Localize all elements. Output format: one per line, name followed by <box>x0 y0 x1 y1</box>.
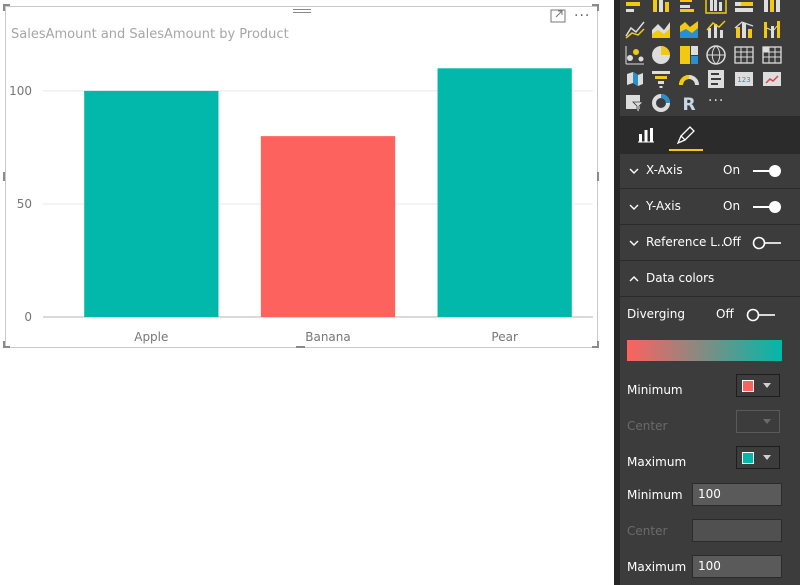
stacked-bar-icon[interactable] <box>624 0 646 14</box>
center-value-label: Center <box>627 524 668 538</box>
y-tick-label: 50 <box>17 197 32 211</box>
diverging-label: Diverging <box>627 307 685 321</box>
y-axis-toggle[interactable] <box>752 200 782 214</box>
kpi-icon[interactable] <box>761 68 783 90</box>
chevron-down-icon <box>763 383 771 388</box>
resize-handle-left[interactable] <box>3 172 5 181</box>
section-reference-line[interactable]: Reference L... Off <box>620 226 800 261</box>
section-label: Reference L... <box>646 235 729 249</box>
gauge-icon[interactable] <box>678 68 700 90</box>
area-chart-icon[interactable] <box>650 18 672 40</box>
section-label: Data colors <box>646 271 715 285</box>
color-gradient-preview <box>627 340 782 361</box>
svg-text:123: 123 <box>737 76 750 84</box>
reference-line-toggle[interactable] <box>752 236 782 250</box>
pane-tab-bar <box>620 116 800 154</box>
maximum-value-input[interactable]: 100 <box>692 555 782 578</box>
format-paint-roller-icon[interactable] <box>676 125 696 145</box>
chevron-down-icon <box>629 204 639 210</box>
chart-plot: 0 50 100 Apple Banana Pear <box>9 68 593 344</box>
chevron-down-icon <box>763 455 771 460</box>
bar-apple[interactable] <box>84 90 219 317</box>
x-axis-toggle[interactable] <box>752 164 782 178</box>
donut-chart-icon[interactable] <box>650 92 672 114</box>
section-label: Y-Axis <box>646 199 681 213</box>
resize-handle-top-left-v[interactable] <box>3 4 5 11</box>
pie-chart-icon[interactable] <box>650 44 672 66</box>
treemap-icon[interactable] <box>678 44 700 66</box>
resize-handle-bottom[interactable] <box>296 346 305 348</box>
minimum-value-input[interactable]: 100 <box>692 483 782 506</box>
multi-row-card-icon[interactable] <box>705 68 727 90</box>
stacked-area-icon[interactable] <box>678 18 700 40</box>
y-tick-label: 100 <box>9 84 32 98</box>
section-y-axis[interactable]: Y-Axis On <box>620 190 800 225</box>
resize-handle-bottom-left-v[interactable] <box>3 341 5 348</box>
x-tick-label: Apple <box>134 330 168 344</box>
resize-handle-right[interactable] <box>597 172 599 181</box>
chevron-down-icon <box>629 168 639 174</box>
column-chart-visual[interactable]: ··· SalesAmount and SalesAmount by Produ… <box>5 6 598 348</box>
center-color-picker <box>736 410 780 433</box>
chevron-down-icon <box>629 240 639 246</box>
x-tick-label: Banana <box>305 330 351 344</box>
globe-map-icon[interactable] <box>705 44 727 66</box>
visualization-gallery: 123 R ··· <box>620 0 800 116</box>
funnel-icon[interactable] <box>650 68 672 90</box>
100-stacked-column-icon[interactable] <box>761 0 783 14</box>
minimum-color-swatch <box>742 380 754 392</box>
center-value-input <box>692 519 782 542</box>
svg-text:R: R <box>682 95 695 114</box>
section-label: X-Axis <box>646 163 683 177</box>
section-x-axis[interactable]: X-Axis On <box>620 154 800 189</box>
line-chart-icon[interactable] <box>624 18 646 40</box>
minimum-color-label: Minimum <box>627 383 683 397</box>
line-stacked-column-icon[interactable] <box>733 18 755 40</box>
resize-handle-bottom-right-v[interactable] <box>597 341 599 348</box>
card-icon[interactable]: 123 <box>733 68 755 90</box>
app-root: ··· SalesAmount and SalesAmount by Produ… <box>0 0 800 585</box>
x-tick-label: Pear <box>491 330 518 344</box>
100-stacked-bar-icon[interactable] <box>733 0 755 14</box>
toggle-state-label: Off <box>723 235 741 249</box>
gallery-more-icon[interactable]: ··· <box>708 93 724 109</box>
matrix-icon[interactable] <box>761 44 783 66</box>
filled-map-icon[interactable] <box>624 68 646 90</box>
y-tick-label: 0 <box>24 310 32 324</box>
diverging-toggle[interactable] <box>746 308 776 322</box>
chevron-down-icon <box>763 419 771 424</box>
clustered-column-icon[interactable] <box>705 0 727 14</box>
fields-tab-icon[interactable] <box>636 125 656 145</box>
clustered-bar-icon[interactable] <box>678 0 700 14</box>
chevron-up-icon <box>629 276 639 282</box>
diverging-state-label: Off <box>716 307 734 321</box>
center-color-label: Center <box>627 419 668 433</box>
toggle-state-label: On <box>723 199 741 213</box>
toggle-state-label: On <box>723 163 741 177</box>
maximum-color-picker[interactable] <box>736 446 780 469</box>
maximum-color-swatch <box>742 452 754 464</box>
waterfall-icon[interactable] <box>624 44 646 66</box>
maximum-color-label: Maximum <box>627 455 687 469</box>
minimum-color-picker[interactable] <box>736 374 780 397</box>
table-icon[interactable] <box>733 44 755 66</box>
slicer-icon[interactable] <box>624 92 646 114</box>
minimum-value-label: Minimum <box>627 488 683 502</box>
section-data-colors[interactable]: Data colors <box>620 262 800 297</box>
resize-handle-top-right-v[interactable] <box>597 4 599 11</box>
bar-pear[interactable] <box>437 68 572 317</box>
line-clustered-column-icon[interactable] <box>705 18 727 40</box>
maximum-value-label: Maximum <box>627 560 687 574</box>
active-tab-indicator <box>669 149 703 151</box>
ribbon-chart-icon[interactable] <box>761 18 783 40</box>
stacked-column-icon[interactable] <box>650 0 672 14</box>
r-script-icon[interactable]: R <box>678 92 700 114</box>
bar-banana[interactable] <box>260 136 396 317</box>
report-canvas[interactable]: ··· SalesAmount and SalesAmount by Produ… <box>0 0 614 585</box>
